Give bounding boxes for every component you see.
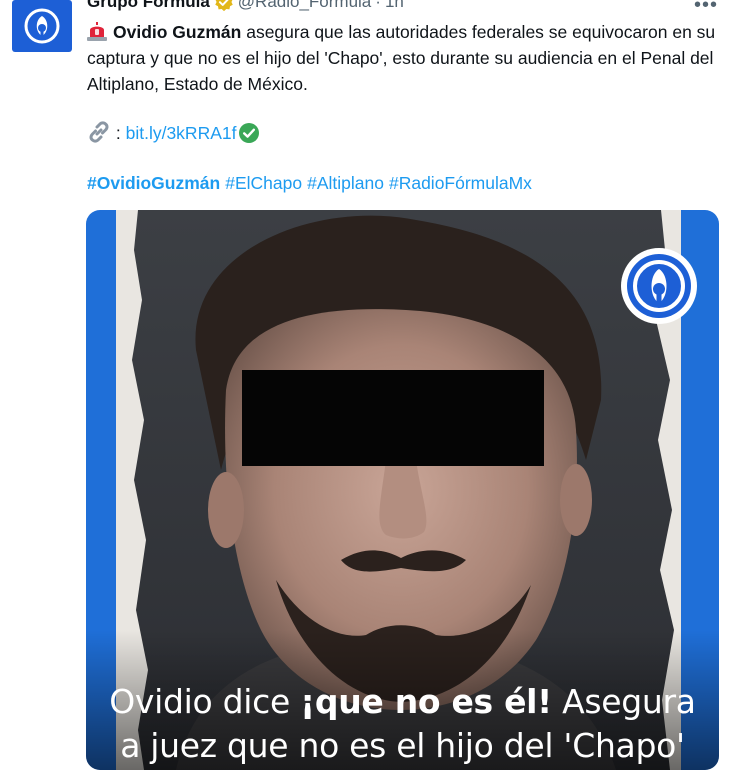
link-prefix: : — [115, 123, 126, 143]
account-name[interactable]: Grupo Fórmula — [87, 0, 210, 12]
radio-formula-logo-icon — [24, 8, 60, 44]
account-handle[interactable]: @Radio_Fórmula — [238, 0, 371, 12]
tweet-timestamp[interactable]: 1h — [385, 0, 404, 12]
hashtag-altiplano[interactable]: #Altiplano — [307, 173, 384, 193]
gold-verified-badge-icon[interactable] — [214, 0, 234, 12]
link-icon — [87, 121, 116, 143]
check-mark-button-icon — [239, 123, 260, 143]
more-options-icon[interactable]: ••• — [694, 0, 718, 17]
police-siren-icon — [87, 22, 107, 41]
brand-logo-badge — [621, 248, 697, 324]
link-line: : bit.ly/3kRRA1f — [87, 120, 260, 146]
hashtags: #OvidioGuzmán #ElChapo #Altiplano #RadioFór… — [87, 170, 537, 196]
tweet-media-image[interactable]: Ovidio dice ¡que no es él! Asegura a jue… — [86, 210, 719, 770]
hashtag-ovidioguzman[interactable]: #OvidioGuzmán — [87, 173, 220, 193]
radio-formula-watermark-icon — [706, 436, 707, 437]
account-avatar[interactable] — [12, 0, 72, 52]
tweet-text: Ovidio Guzmán asegura que las autoridade… — [87, 19, 727, 97]
short-link[interactable]: bit.ly/3kRRA1f — [126, 123, 237, 143]
media-caption: Ovidio dice ¡que no es él! Asegura a jue… — [86, 680, 719, 768]
hashtag-elchapo[interactable]: #ElChapo — [225, 173, 302, 193]
header-separator: · — [375, 0, 381, 11]
tweet-header: Grupo Fórmula @Radio_Fórmula · 1h — [87, 0, 404, 12]
caption-line-1: Ovidio dice ¡que no es él! Asegura — [109, 682, 696, 721]
radio-formula-logo-icon — [627, 254, 691, 318]
hashtag-radioformulamx[interactable]: #RadioFórmulaMx — [389, 173, 532, 193]
tweet-mention-name: Ovidio Guzmán — [113, 22, 242, 42]
caption-line-2: a juez que no es el hijo del 'Chapo' — [120, 726, 685, 765]
